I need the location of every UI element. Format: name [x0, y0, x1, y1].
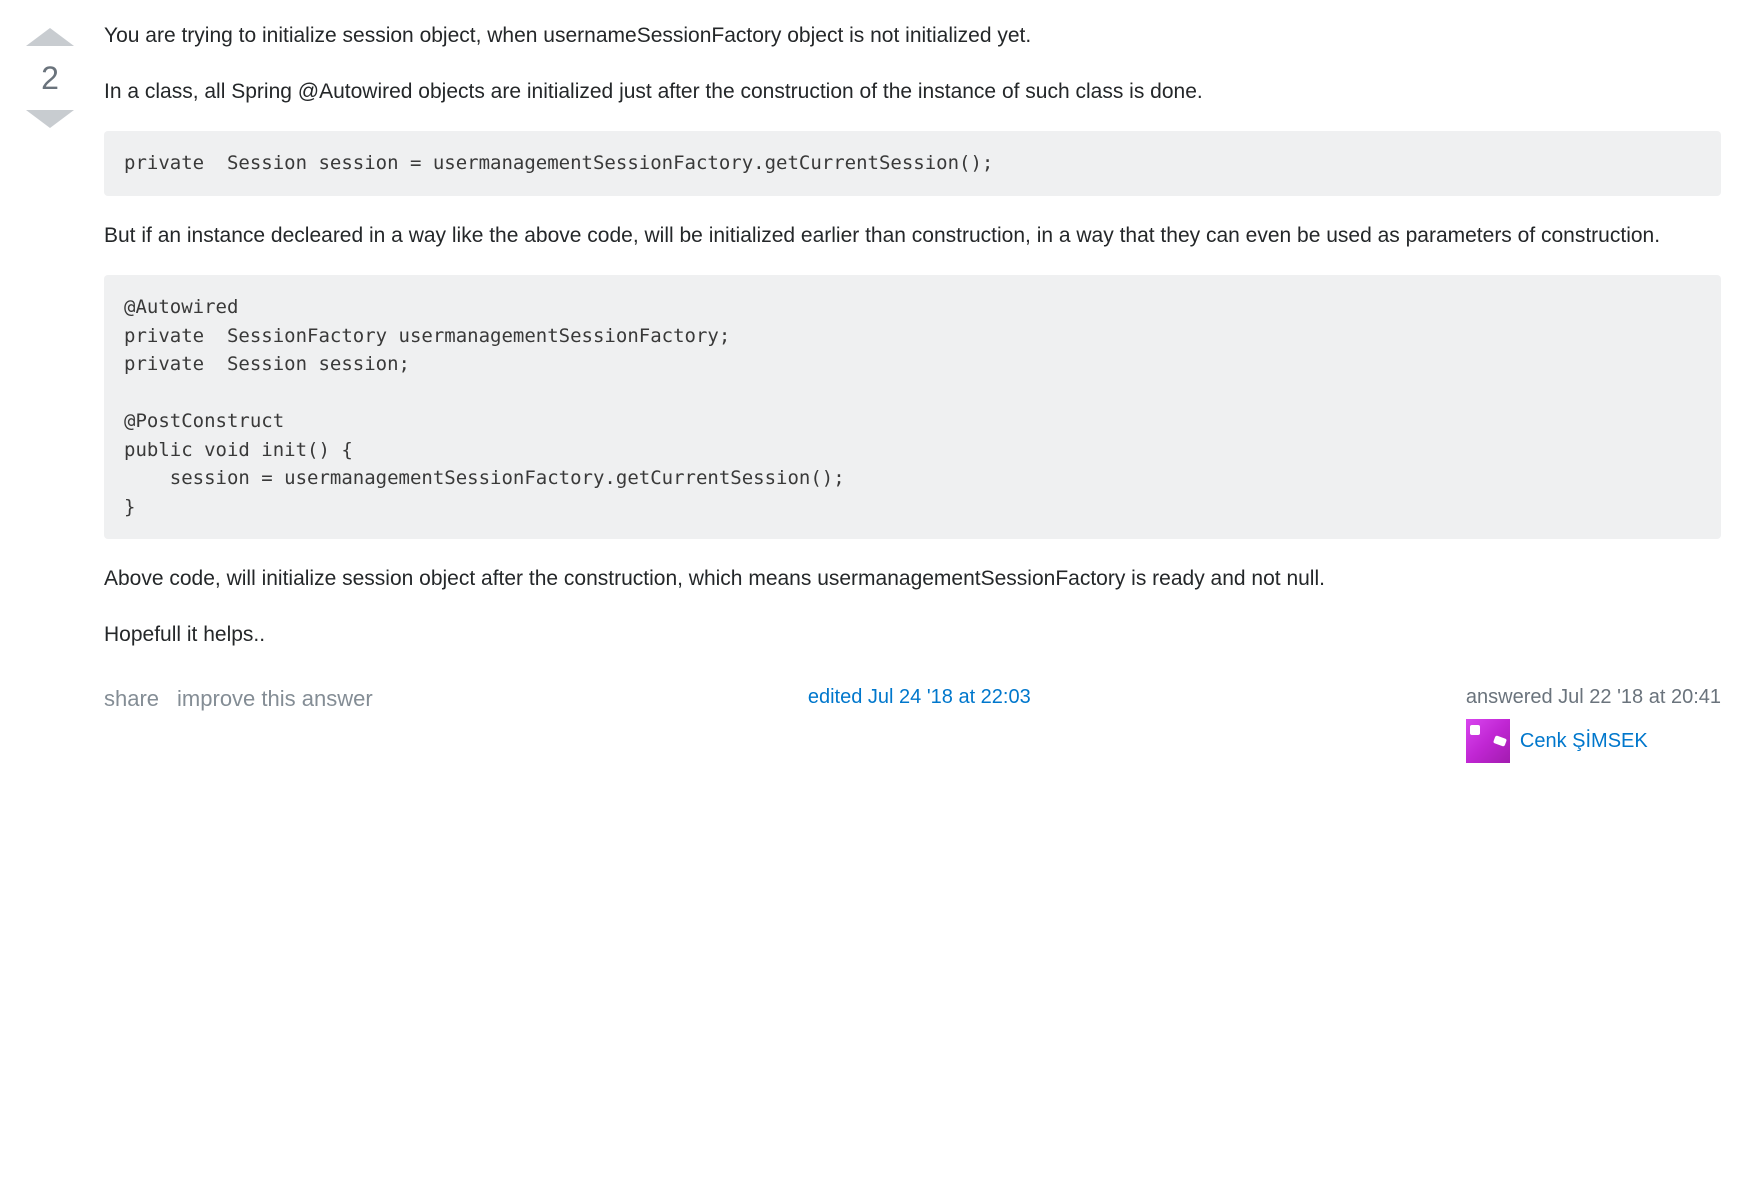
avatar[interactable] [1466, 719, 1510, 763]
paragraph: Hopefull it helps.. [104, 619, 1721, 651]
post-body: You are trying to initialize session obj… [104, 20, 1721, 650]
paragraph: Above code, will initialize session obje… [104, 563, 1721, 595]
improve-answer-link[interactable]: improve this answer [177, 686, 373, 712]
paragraph: But if an instance decleared in a way li… [104, 220, 1721, 252]
post-content: You are trying to initialize session obj… [104, 20, 1721, 763]
answer-post: 2 You are trying to initialize session o… [20, 20, 1721, 763]
post-menu: share improve this answer edited Jul 24 … [104, 686, 1721, 763]
vote-controls: 2 [20, 20, 80, 763]
downvote-button[interactable] [26, 110, 74, 128]
author-name-link[interactable]: Cenk ŞİMSEK [1520, 730, 1648, 753]
action-links: share improve this answer [104, 686, 373, 712]
code-block: private Session session = usermanagement… [104, 131, 1721, 196]
paragraph: You are trying to initialize session obj… [104, 20, 1721, 52]
share-link[interactable]: share [104, 686, 159, 712]
author-signature: answered Jul 22 '18 at 20:41 Cenk ŞİMSEK [1466, 686, 1721, 763]
user-details: Cenk ŞİMSEK [1466, 719, 1648, 763]
answered-time: answered Jul 22 '18 at 20:41 [1466, 686, 1721, 709]
paragraph: In a class, all Spring @Autowired object… [104, 76, 1721, 108]
edit-info[interactable]: edited Jul 24 '18 at 22:03 [808, 686, 1031, 709]
upvote-button[interactable] [26, 28, 74, 46]
vote-count: 2 [41, 62, 59, 94]
code-block: @Autowired private SessionFactory userma… [104, 275, 1721, 539]
